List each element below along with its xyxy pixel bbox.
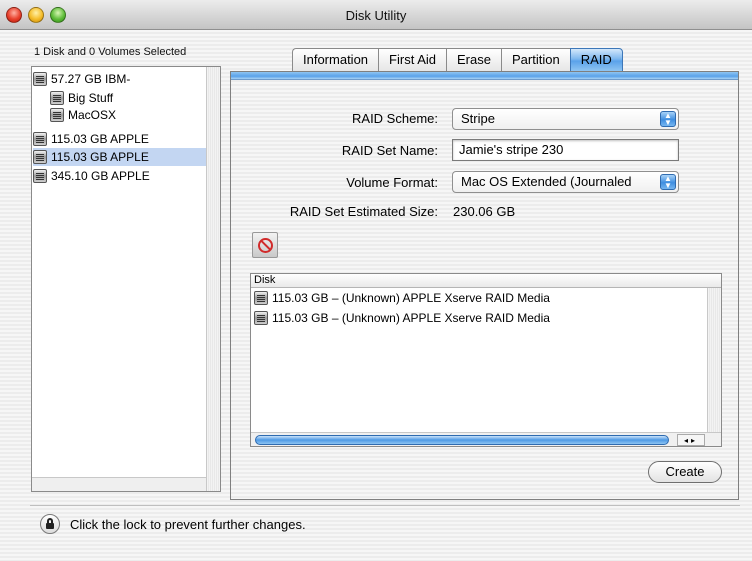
title-bar: Disk Utility <box>0 0 752 30</box>
volume-item-label: MacOSX <box>68 108 117 122</box>
panel-header-strip <box>231 72 738 80</box>
tab-raid[interactable]: RAID <box>569 48 623 72</box>
disk-item-label: 57.27 GB IBM- <box>51 72 131 86</box>
disk-list-horizontal-scrollbar[interactable] <box>32 477 206 491</box>
divider <box>30 505 740 506</box>
tab-erase[interactable]: Erase <box>446 48 501 72</box>
disk-item-label: 345.10 GB APPLE <box>51 169 150 183</box>
table-header-disk[interactable]: Disk <box>251 274 721 288</box>
volume-format-popup[interactable]: Mac OS Extended (Journaled ▲ ▼ <box>452 171 679 193</box>
table-row[interactable]: 115.03 GB – (Unknown) APPLE Xserve RAID … <box>251 308 721 328</box>
disk-item-label: 115.03 GB APPLE <box>51 150 149 164</box>
disk-icon <box>254 291 268 305</box>
disk-list[interactable]: 57.27 GB IBM- Big Stuff MacOSX 115.03 GB… <box>31 66 221 492</box>
volume-item-label: Big Stuff <box>68 91 114 105</box>
member-disk-label: 115.03 GB – (Unknown) APPLE Xserve RAID … <box>272 311 550 325</box>
create-button[interactable]: Create <box>648 461 722 483</box>
disk-icon <box>33 150 47 164</box>
disk-item-apple-1[interactable]: 115.03 GB APPLE <box>33 130 149 148</box>
raid-set-name-label: RAID Set Name: <box>341 143 438 158</box>
disk-icon <box>254 311 268 325</box>
volume-format-label: Volume Format: <box>346 175 438 190</box>
volume-format-value: Mac OS Extended (Journaled <box>461 174 632 189</box>
table-horizontal-scrollbar[interactable]: ◂▸ <box>251 432 721 446</box>
volume-item-macosx[interactable]: MacOSX <box>50 106 116 124</box>
tab-partition[interactable]: Partition <box>500 48 570 72</box>
lock-icon[interactable] <box>40 514 60 534</box>
disk-item-label: 115.03 GB APPLE <box>51 132 149 146</box>
member-disk-label: 115.03 GB – (Unknown) APPLE Xserve RAID … <box>272 291 550 305</box>
raid-set-name-field[interactable]: Jamie's stripe 230 <box>452 139 679 161</box>
volume-icon <box>50 91 64 105</box>
popup-arrows-icon: ▲ ▼ <box>660 111 676 127</box>
tab-bar: Information First Aid Erase Partition RA… <box>292 48 623 72</box>
selection-summary: 1 Disk and 0 Volumes Selected <box>34 46 187 58</box>
raid-scheme-popup[interactable]: Stripe ▲ ▼ <box>452 108 679 130</box>
scroll-thumb[interactable] <box>255 435 669 445</box>
disk-icon <box>33 72 47 86</box>
window-title: Disk Utility <box>345 8 407 23</box>
raid-members-table[interactable]: Disk 115.03 GB – (Unknown) APPLE Xserve … <box>250 273 722 447</box>
table-row[interactable]: 115.03 GB – (Unknown) APPLE Xserve RAID … <box>251 288 721 308</box>
scroll-arrows-icon[interactable]: ◂▸ <box>677 434 705 446</box>
disk-list-vertical-scrollbar[interactable] <box>206 67 220 491</box>
volume-icon <box>50 108 64 122</box>
table-vertical-scrollbar[interactable] <box>707 288 721 432</box>
raid-size-value: 230.06 GB <box>453 204 516 219</box>
tab-information[interactable]: Information <box>292 48 379 72</box>
remove-disk-icon[interactable] <box>252 232 278 258</box>
disk-item-ibm[interactable]: 57.27 GB IBM- <box>33 70 130 88</box>
disk-item-apple-2[interactable]: 115.03 GB APPLE <box>33 148 207 166</box>
raid-scheme-label: RAID Scheme: <box>352 111 438 126</box>
volume-item-big-stuff[interactable]: Big Stuff <box>50 89 113 107</box>
tab-first-aid[interactable]: First Aid <box>378 48 447 72</box>
no-entry-icon <box>258 238 273 253</box>
lock-body <box>46 523 54 529</box>
disk-item-apple-3[interactable]: 345.10 GB APPLE <box>33 167 150 185</box>
disk-icon <box>33 169 47 183</box>
popup-arrows-icon: ▲ ▼ <box>660 174 676 190</box>
disk-icon <box>33 132 47 146</box>
raid-size-label: RAID Set Estimated Size: <box>289 204 438 219</box>
lock-status-text: Click the lock to prevent further change… <box>70 517 306 532</box>
raid-scheme-value: Stripe <box>461 111 495 126</box>
